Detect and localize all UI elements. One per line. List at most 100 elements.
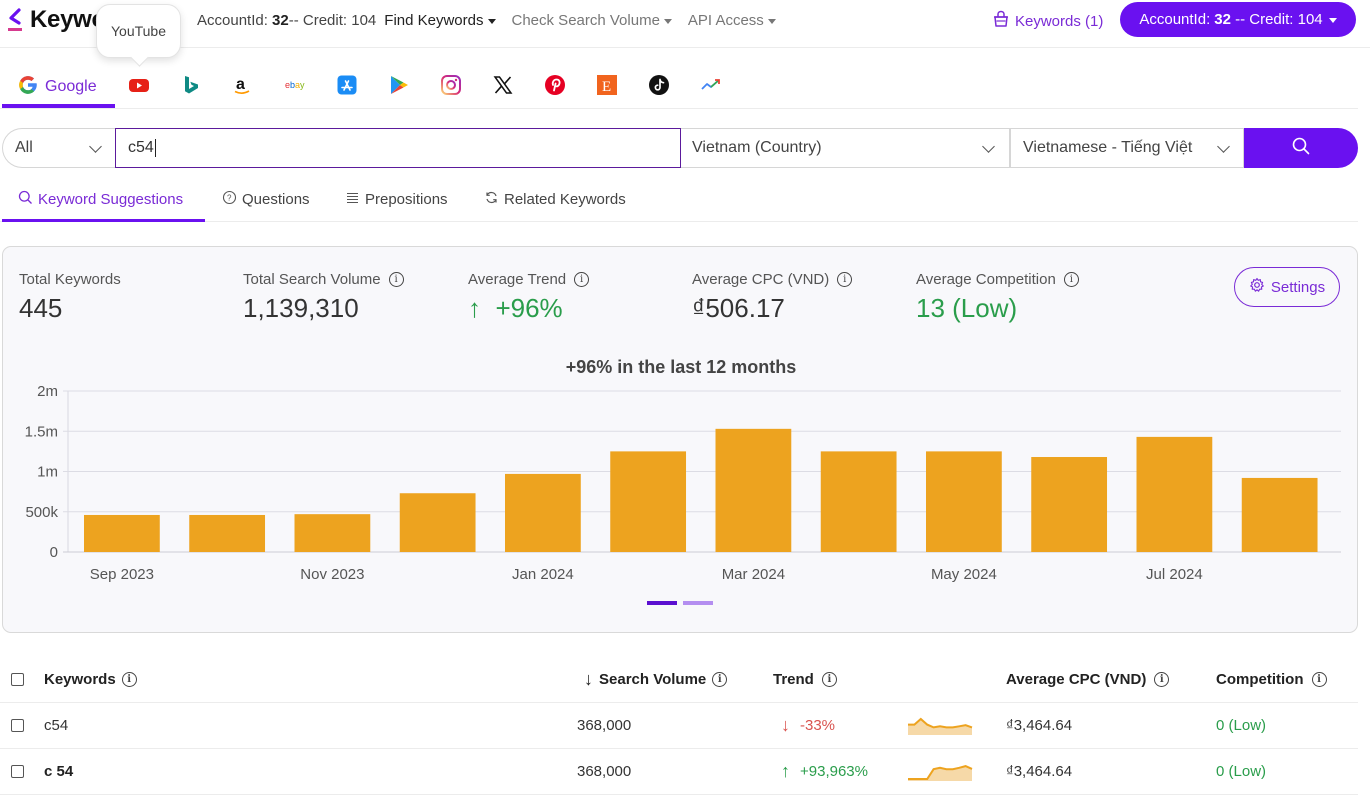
table-row[interactable]: c 54 368,000 ↑ +93,963% ₫3,464.64 0 (Low) [0,749,1358,795]
search-submit-button[interactable] [1244,128,1358,168]
bar-jan-2024[interactable] [505,473,581,552]
table-body: c54 368,000 ↓ -33% ₫3,464.64 0 (Low) c 54 368,0… [0,703,1358,795]
keyword-cell[interactable]: c 54 [44,749,73,794]
keywords-basket-label: Keywords (1) [1015,12,1104,30]
carousel-indicators [647,601,713,605]
col-header-search-volume[interactable]: ↓ Search Volume i [584,656,728,702]
engine-tab-bing[interactable] [180,74,202,100]
settings-button[interactable]: Settings [1234,267,1340,307]
engine-tab-pinterest[interactable] [544,74,566,100]
info-icon[interactable]: i [712,671,728,687]
tab-prepositions-label: Prepositions [365,191,448,208]
keywords-basket-button[interactable]: Keywords (1) [992,10,1103,32]
nav-api-access[interactable]: API Access [688,12,776,29]
tab-related-keywords[interactable]: Related Keywords [484,190,626,209]
logo[interactable]: Keywo [6,6,106,34]
info-icon[interactable]: i [821,671,837,687]
trend-cell: ↓ -33% [781,703,835,748]
row-checkbox[interactable] [11,749,24,794]
engine-tab-google-play[interactable] [388,74,410,100]
refresh-icon [484,190,499,209]
stat-average-cpc: Average CPC (VND) i ₫506.17 [692,271,853,324]
engine-tab-google[interactable]: Google [17,74,97,100]
keywords-table: Keywords i ↓ Search Volume i Trend i Average… [0,656,1358,795]
x-tick-label: Jan 2024 [512,566,574,583]
stat-label: Total Keywords [19,271,121,288]
stat-average-competition: Average Competition i 13 (Low) [916,271,1079,324]
engine-tab-google-label: Google [45,78,97,95]
stat-value: 1,139,310 [243,293,359,323]
tab-prepositions[interactable]: Prepositions [345,190,448,209]
bar-apr-2024[interactable] [820,451,897,552]
stat-label: Total Search Volume [243,271,381,288]
nav-check-search-volume[interactable]: Check Search Volume [512,12,672,29]
keyword-cell[interactable]: c54 [44,703,68,748]
info-icon[interactable]: i [121,671,137,687]
checkbox[interactable] [11,765,24,778]
bar-nov-2023[interactable] [294,514,371,552]
col-header-average-cpc[interactable]: Average CPC (VND) i [1006,656,1170,702]
col-header-competition[interactable]: Competition i [1216,656,1327,702]
youtube-icon [128,74,150,100]
engine-tab-etsy[interactable]: E [596,74,618,100]
trend-sparkline [907,703,973,748]
search-type-select[interactable]: All [2,128,115,168]
sparkline-chart [908,717,973,735]
checkbox[interactable] [11,719,24,732]
result-tabs: Keyword Suggestions ? Questions Preposit… [0,182,1358,222]
competition-cell: 0 (Low) [1216,717,1267,734]
tab-keyword-suggestions[interactable]: Keyword Suggestions [18,190,183,209]
engine-tab-instagram[interactable] [440,74,462,100]
country-select[interactable]: Vietnam (Country) [681,128,1010,168]
nav-find-keywords[interactable]: Find Keywords [384,12,496,29]
account-label: AccountId: [197,12,273,29]
bar-may-2024[interactable] [926,451,1002,552]
bar-oct-2023[interactable] [189,514,266,552]
text-cursor [154,139,156,157]
stat-value: 445 [19,293,63,323]
col-header-trend[interactable]: Trend i [773,656,837,702]
bar-mar-2024[interactable] [715,428,792,552]
engine-tab-tiktok[interactable] [648,74,670,100]
col-header-keywords[interactable]: Keywords i [44,656,137,702]
instagram-icon [440,74,462,100]
bar-aug-2024[interactable] [1241,477,1318,552]
chevron-down-icon [982,140,995,153]
tab-questions[interactable]: ? Questions [222,190,310,209]
carousel-dot-2[interactable] [683,601,713,605]
engine-tab-amazon[interactable]: a [231,74,253,100]
logo-text: Keywo [30,6,106,33]
caret-down-icon [487,18,496,24]
tab-keyword-suggestions-label: Keyword Suggestions [38,191,184,208]
search-input[interactable]: c54 [115,128,681,168]
search-volume-bar-chart: 0 500k 1m 1.5m 2m Sep 2023 Nov 2023 Jan 2024 Mar… [25,383,1341,583]
engine-tab-x[interactable] [492,74,514,100]
engine-tab-ebay[interactable]: ebay [284,74,308,100]
x-tick-label: Jul 2024 [1146,566,1203,583]
bar-jul-2024[interactable] [1136,436,1213,552]
bar-dec-2023[interactable] [399,493,476,552]
pinterest-icon [544,74,566,100]
table-row[interactable]: c54 368,000 ↓ -33% ₫3,464.64 0 (Low) [0,703,1358,749]
bar-sep-2023[interactable] [84,514,160,552]
etsy-icon: E [596,74,618,100]
row-checkbox[interactable] [11,703,24,748]
account-dropdown-button[interactable]: AccountId: 32 -- Credit: 104 [1120,2,1356,37]
info-icon[interactable]: i [388,272,404,287]
info-icon[interactable]: i [837,272,853,287]
account-id: 32 [272,12,289,29]
engine-tab-trends[interactable] [700,74,722,100]
info-icon[interactable]: i [1063,272,1079,287]
info-icon[interactable]: i [1154,671,1170,687]
language-select[interactable]: Vietnamese - Tiếng Việt [1010,128,1244,168]
select-all-checkbox[interactable] [11,656,24,702]
info-icon[interactable]: i [574,272,590,287]
bar-feb-2024[interactable] [610,451,687,552]
info-icon[interactable]: i [1311,671,1327,687]
engine-tab-app-store[interactable] [336,74,358,100]
carousel-dot-1[interactable] [647,601,677,605]
engine-tab-youtube[interactable] [128,74,150,100]
bar-jun-2024[interactable] [1031,457,1108,552]
checkbox[interactable] [11,672,24,686]
y-tick-label: 1m [37,464,58,481]
